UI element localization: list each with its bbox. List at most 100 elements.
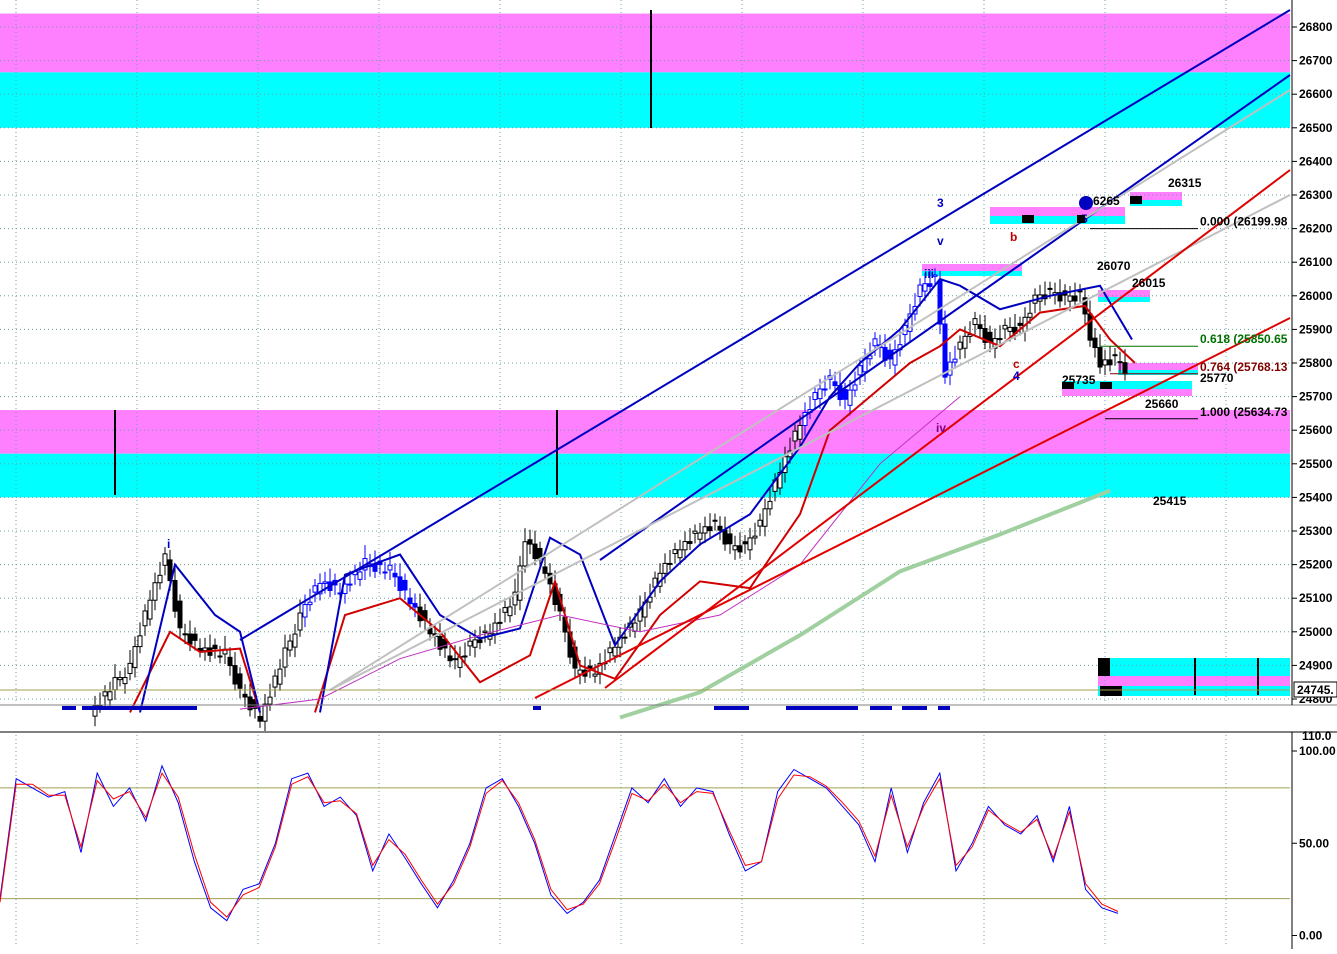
wave-label: 4 xyxy=(1013,369,1020,383)
candle-body xyxy=(482,630,488,633)
wave-circle xyxy=(1079,196,1093,210)
candle-body xyxy=(922,283,928,292)
marker-block xyxy=(1077,215,1085,223)
marker-block xyxy=(1100,686,1122,696)
candle-body xyxy=(667,562,673,565)
wave-label: iv xyxy=(936,421,946,435)
y-tick-label: 26600 xyxy=(1299,87,1333,101)
y-tick-label: 26500 xyxy=(1299,121,1333,135)
candle-body xyxy=(622,636,628,639)
zone-band xyxy=(0,410,1290,454)
fib-label: 1.000 (25634.73 xyxy=(1200,405,1288,419)
y-tick-label: 26700 xyxy=(1299,54,1333,68)
candle-body xyxy=(1117,361,1123,364)
candle-body xyxy=(812,392,818,401)
candle-body xyxy=(1047,287,1053,290)
candle-body xyxy=(502,607,508,613)
y-tick-label: 26100 xyxy=(1299,255,1333,269)
y-tick-label: 25900 xyxy=(1299,322,1333,336)
candle-body xyxy=(152,582,158,601)
ma-green xyxy=(619,488,1111,720)
candle-body xyxy=(797,424,803,440)
y-tick-label: 24900 xyxy=(1299,658,1333,672)
y-tick-label: 25100 xyxy=(1299,591,1333,605)
candle-body xyxy=(497,621,503,624)
candle-body xyxy=(1092,337,1098,349)
candle-body xyxy=(937,280,943,325)
signal-marker xyxy=(870,706,892,710)
candle-body xyxy=(312,585,318,593)
candle-body xyxy=(142,610,148,627)
candle-body xyxy=(187,633,193,645)
candle-body xyxy=(397,576,403,591)
y-tick-label: 0.00 xyxy=(1299,929,1323,943)
candle-body xyxy=(832,381,838,387)
zone-block xyxy=(1062,389,1192,396)
candle-body xyxy=(747,537,753,551)
wave-label: iii xyxy=(924,267,934,281)
candle-body xyxy=(822,388,828,391)
marker-block xyxy=(1130,196,1142,204)
y-tick-label: 25300 xyxy=(1299,524,1333,538)
candle-body xyxy=(277,668,283,685)
candle-body xyxy=(762,508,768,527)
candle-body xyxy=(392,572,398,578)
candle-body xyxy=(732,545,738,551)
candle-body xyxy=(292,633,298,648)
candle-body xyxy=(712,519,718,522)
candle-body xyxy=(962,335,968,349)
last-price-label: 24745. xyxy=(1297,683,1334,697)
zone-band xyxy=(0,453,1290,498)
candle-body xyxy=(112,677,118,691)
candle-body xyxy=(237,673,243,689)
candle-body xyxy=(1107,359,1113,366)
candle-body xyxy=(972,318,978,325)
y-tick-label: 26000 xyxy=(1299,289,1333,303)
candle-body xyxy=(122,677,128,685)
candle-body xyxy=(687,541,693,544)
zone-block xyxy=(1098,297,1150,302)
candle-body xyxy=(607,647,613,654)
candle-body xyxy=(767,500,773,510)
candle-body xyxy=(532,543,538,560)
candle-body xyxy=(202,647,208,652)
candle-body xyxy=(727,533,733,545)
candle-body xyxy=(942,323,948,378)
candle-body xyxy=(192,633,198,641)
candle-body xyxy=(302,604,308,618)
candle-body xyxy=(1067,295,1073,302)
y-tick-label: 25500 xyxy=(1299,457,1333,471)
candle-body xyxy=(232,665,238,685)
candle-body xyxy=(172,580,178,612)
zone-block xyxy=(1118,363,1198,370)
y-tick-label: 25000 xyxy=(1299,625,1333,639)
candle-body xyxy=(522,541,528,567)
candle-body xyxy=(107,691,113,701)
price-annotation: 26070 xyxy=(1097,259,1131,273)
candle-body xyxy=(997,338,1003,341)
candle-body xyxy=(242,693,248,698)
stoch-line xyxy=(0,764,1119,922)
stoch-top-label: 110.0 xyxy=(1302,729,1332,743)
zone-band xyxy=(0,13,1290,73)
y-tick-label: 26400 xyxy=(1299,154,1333,168)
candle-body xyxy=(217,655,223,658)
candle-body xyxy=(132,646,138,668)
wave-label: 3 xyxy=(937,196,944,210)
candle-body xyxy=(1122,362,1128,375)
signal-marker xyxy=(62,706,76,710)
y-tick-label: 25700 xyxy=(1299,390,1333,404)
candle-body xyxy=(682,541,688,551)
candle-body xyxy=(227,656,233,667)
candle-body xyxy=(1017,322,1023,326)
y-tick-label: 25400 xyxy=(1299,490,1333,504)
candle-body xyxy=(957,341,963,350)
candle-body xyxy=(127,662,133,675)
candle-body xyxy=(452,658,458,661)
candle-body xyxy=(792,430,798,442)
wave-label: v xyxy=(937,234,944,248)
candle-body xyxy=(1002,324,1008,330)
signal-marker xyxy=(533,706,541,710)
y-tick-label: 100.00 xyxy=(1299,744,1336,758)
candle-body xyxy=(262,703,268,722)
